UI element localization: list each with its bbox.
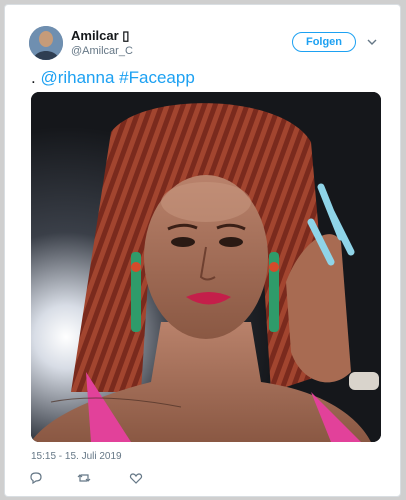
mention-link[interactable]: @rihanna [40,68,114,87]
hashtag-link[interactable]: #Faceapp [119,68,195,87]
tweet-photo[interactable] [31,92,381,442]
tweet-timestamp[interactable]: 15:15 - 15. Juli 2019 [31,451,122,462]
reply-icon [30,472,42,485]
tweet-card: Amilcar ▯ @Amilcar_C Folgen . @rihanna #… [4,4,401,497]
author-display-name[interactable]: Amilcar ▯ [71,28,129,44]
like-icon [129,473,143,484]
follow-button[interactable]: Folgen [292,32,356,52]
tweet-text: . @rihanna #Faceapp [31,68,195,88]
avatar[interactable] [29,26,63,60]
more-caret-icon[interactable] [367,37,377,47]
retweet-button[interactable] [77,471,91,485]
avatar-image [29,26,63,60]
reply-button[interactable] [29,471,43,485]
retweet-icon [77,474,91,482]
author-handle[interactable]: @Amilcar_C [71,45,133,57]
portrait-photo [31,92,381,442]
like-button[interactable] [129,471,143,485]
